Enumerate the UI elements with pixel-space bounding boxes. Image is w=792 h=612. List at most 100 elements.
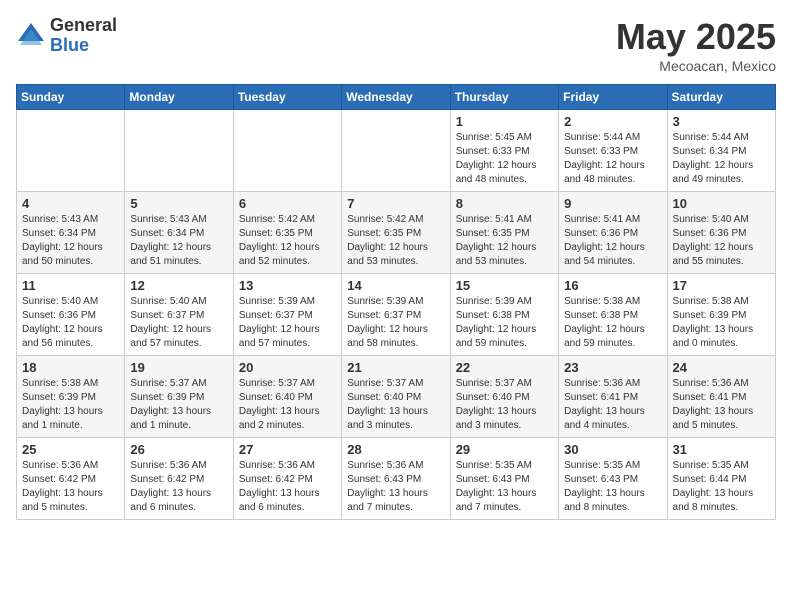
day-number: 11 <box>22 278 119 293</box>
calendar-cell <box>17 110 125 192</box>
calendar-cell: 31Sunrise: 5:35 AM Sunset: 6:44 PM Dayli… <box>667 438 775 520</box>
calendar-cell: 7 Sunrise: 5:42 AM Sunset: 6:35 PM Daylig… <box>342 192 450 274</box>
day-number: 1 <box>456 114 553 129</box>
day-info: Sunrise: 5:36 AM Sunset: 6:42 PM Dayligh… <box>130 459 227 515</box>
day-number: 14 <box>347 278 444 293</box>
day-number: 16 <box>564 278 661 293</box>
month-title: May 2025 <box>616 16 776 58</box>
calendar-cell: 27 Sunrise: 5:36 AM Sunset: 6:42 PM Dayli… <box>233 438 341 520</box>
page-header: General Blue May 2025 Mecoacan, Mexico <box>16 16 776 74</box>
weekday-header-sunday: Sunday <box>17 85 125 110</box>
day-number: 3 <box>673 114 770 129</box>
calendar-cell: 15 Sunrise: 5:39 AM Sunset: 6:38 PM Dayli… <box>450 274 558 356</box>
calendar-cell <box>233 110 341 192</box>
calendar-cell: 17Sunrise: 5:38 AM Sunset: 6:39 PM Dayli… <box>667 274 775 356</box>
weekday-header-row: SundayMondayTuesdayWednesdayThursdayFrid… <box>17 85 776 110</box>
logo-text: General Blue <box>50 16 117 56</box>
day-info: Sunrise: 5:40 AM Sunset: 6:37 PM Dayligh… <box>130 295 227 351</box>
logo-blue: Blue <box>50 36 117 56</box>
calendar-cell: 9Sunrise: 5:41 AM Sunset: 6:36 PM Daylig… <box>559 192 667 274</box>
calendar: SundayMondayTuesdayWednesdayThursdayFrid… <box>16 84 776 520</box>
day-info: Sunrise: 5:42 AM Sunset: 6:35 PM Dayligh… <box>347 213 444 269</box>
day-number: 8 <box>456 196 553 211</box>
day-number: 5 <box>130 196 227 211</box>
calendar-cell: 20Sunrise: 5:37 AM Sunset: 6:40 PM Dayli… <box>233 356 341 438</box>
day-number: 19 <box>130 360 227 375</box>
day-info: Sunrise: 5:36 AM Sunset: 6:42 PM Dayligh… <box>239 459 336 515</box>
location: Mecoacan, Mexico <box>616 58 776 74</box>
day-number: 22 <box>456 360 553 375</box>
calendar-cell: 25 Sunrise: 5:36 AM Sunset: 6:42 PM Dayli… <box>17 438 125 520</box>
day-info: Sunrise: 5:35 AM Sunset: 6:43 PM Dayligh… <box>456 459 553 515</box>
day-info: Sunrise: 5:36 AM Sunset: 6:42 PM Dayligh… <box>22 459 119 515</box>
calendar-cell: 13Sunrise: 5:39 AM Sunset: 6:37 PM Dayli… <box>233 274 341 356</box>
calendar-cell: 30 Sunrise: 5:35 AM Sunset: 6:43 PM Dayli… <box>559 438 667 520</box>
calendar-cell: 8 Sunrise: 5:41 AM Sunset: 6:35 PM Daylig… <box>450 192 558 274</box>
day-info: Sunrise: 5:41 AM Sunset: 6:36 PM Dayligh… <box>564 213 661 269</box>
day-info: Sunrise: 5:42 AM Sunset: 6:35 PM Dayligh… <box>239 213 336 269</box>
day-number: 2 <box>564 114 661 129</box>
day-info: Sunrise: 5:39 AM Sunset: 6:37 PM Dayligh… <box>239 295 336 351</box>
day-number: 15 <box>456 278 553 293</box>
calendar-cell <box>125 110 233 192</box>
day-number: 30 <box>564 442 661 457</box>
logo-general: General <box>50 16 117 36</box>
day-info: Sunrise: 5:41 AM Sunset: 6:35 PM Dayligh… <box>456 213 553 269</box>
day-info: Sunrise: 5:38 AM Sunset: 6:38 PM Dayligh… <box>564 295 661 351</box>
calendar-cell: 18 Sunrise: 5:38 AM Sunset: 6:39 PM Dayli… <box>17 356 125 438</box>
day-info: Sunrise: 5:37 AM Sunset: 6:40 PM Dayligh… <box>456 377 553 433</box>
calendar-cell: 2Sunrise: 5:44 AM Sunset: 6:33 PM Daylig… <box>559 110 667 192</box>
day-number: 25 <box>22 442 119 457</box>
calendar-week-1: 1 Sunrise: 5:45 AM Sunset: 6:33 PM Daylig… <box>17 110 776 192</box>
weekday-header-saturday: Saturday <box>667 85 775 110</box>
day-number: 26 <box>130 442 227 457</box>
weekday-header-friday: Friday <box>559 85 667 110</box>
calendar-week-3: 11 Sunrise: 5:40 AM Sunset: 6:36 PM Dayli… <box>17 274 776 356</box>
calendar-cell: 4 Sunrise: 5:43 AM Sunset: 6:34 PM Daylig… <box>17 192 125 274</box>
day-info: Sunrise: 5:38 AM Sunset: 6:39 PM Dayligh… <box>22 377 119 433</box>
day-number: 4 <box>22 196 119 211</box>
day-number: 27 <box>239 442 336 457</box>
weekday-header-thursday: Thursday <box>450 85 558 110</box>
calendar-cell: 19Sunrise: 5:37 AM Sunset: 6:39 PM Dayli… <box>125 356 233 438</box>
day-info: Sunrise: 5:44 AM Sunset: 6:34 PM Dayligh… <box>673 131 770 187</box>
calendar-cell: 10Sunrise: 5:40 AM Sunset: 6:36 PM Dayli… <box>667 192 775 274</box>
day-info: Sunrise: 5:36 AM Sunset: 6:41 PM Dayligh… <box>673 377 770 433</box>
day-number: 23 <box>564 360 661 375</box>
day-info: Sunrise: 5:43 AM Sunset: 6:34 PM Dayligh… <box>22 213 119 269</box>
day-info: Sunrise: 5:40 AM Sunset: 6:36 PM Dayligh… <box>22 295 119 351</box>
calendar-cell: 22 Sunrise: 5:37 AM Sunset: 6:40 PM Dayli… <box>450 356 558 438</box>
calendar-cell: 12 Sunrise: 5:40 AM Sunset: 6:37 PM Dayli… <box>125 274 233 356</box>
day-info: Sunrise: 5:39 AM Sunset: 6:37 PM Dayligh… <box>347 295 444 351</box>
calendar-cell: 29Sunrise: 5:35 AM Sunset: 6:43 PM Dayli… <box>450 438 558 520</box>
day-number: 21 <box>347 360 444 375</box>
calendar-week-5: 25 Sunrise: 5:36 AM Sunset: 6:42 PM Dayli… <box>17 438 776 520</box>
day-number: 6 <box>239 196 336 211</box>
weekday-header-monday: Monday <box>125 85 233 110</box>
calendar-cell: 26 Sunrise: 5:36 AM Sunset: 6:42 PM Dayli… <box>125 438 233 520</box>
day-number: 31 <box>673 442 770 457</box>
day-info: Sunrise: 5:45 AM Sunset: 6:33 PM Dayligh… <box>456 131 553 187</box>
calendar-cell: 11 Sunrise: 5:40 AM Sunset: 6:36 PM Dayli… <box>17 274 125 356</box>
day-number: 24 <box>673 360 770 375</box>
calendar-cell: 23Sunrise: 5:36 AM Sunset: 6:41 PM Dayli… <box>559 356 667 438</box>
day-info: Sunrise: 5:35 AM Sunset: 6:43 PM Dayligh… <box>564 459 661 515</box>
calendar-cell: 1 Sunrise: 5:45 AM Sunset: 6:33 PM Daylig… <box>450 110 558 192</box>
day-number: 10 <box>673 196 770 211</box>
day-number: 12 <box>130 278 227 293</box>
day-info: Sunrise: 5:37 AM Sunset: 6:40 PM Dayligh… <box>347 377 444 433</box>
calendar-cell: 16 Sunrise: 5:38 AM Sunset: 6:38 PM Dayli… <box>559 274 667 356</box>
day-number: 20 <box>239 360 336 375</box>
day-info: Sunrise: 5:39 AM Sunset: 6:38 PM Dayligh… <box>456 295 553 351</box>
calendar-cell: 5Sunrise: 5:43 AM Sunset: 6:34 PM Daylig… <box>125 192 233 274</box>
calendar-week-2: 4 Sunrise: 5:43 AM Sunset: 6:34 PM Daylig… <box>17 192 776 274</box>
title-block: May 2025 Mecoacan, Mexico <box>616 16 776 74</box>
calendar-body: 1 Sunrise: 5:45 AM Sunset: 6:33 PM Daylig… <box>17 110 776 520</box>
day-number: 7 <box>347 196 444 211</box>
weekday-header-tuesday: Tuesday <box>233 85 341 110</box>
calendar-cell <box>342 110 450 192</box>
weekday-header-wednesday: Wednesday <box>342 85 450 110</box>
logo: General Blue <box>16 16 117 56</box>
day-number: 28 <box>347 442 444 457</box>
day-number: 18 <box>22 360 119 375</box>
